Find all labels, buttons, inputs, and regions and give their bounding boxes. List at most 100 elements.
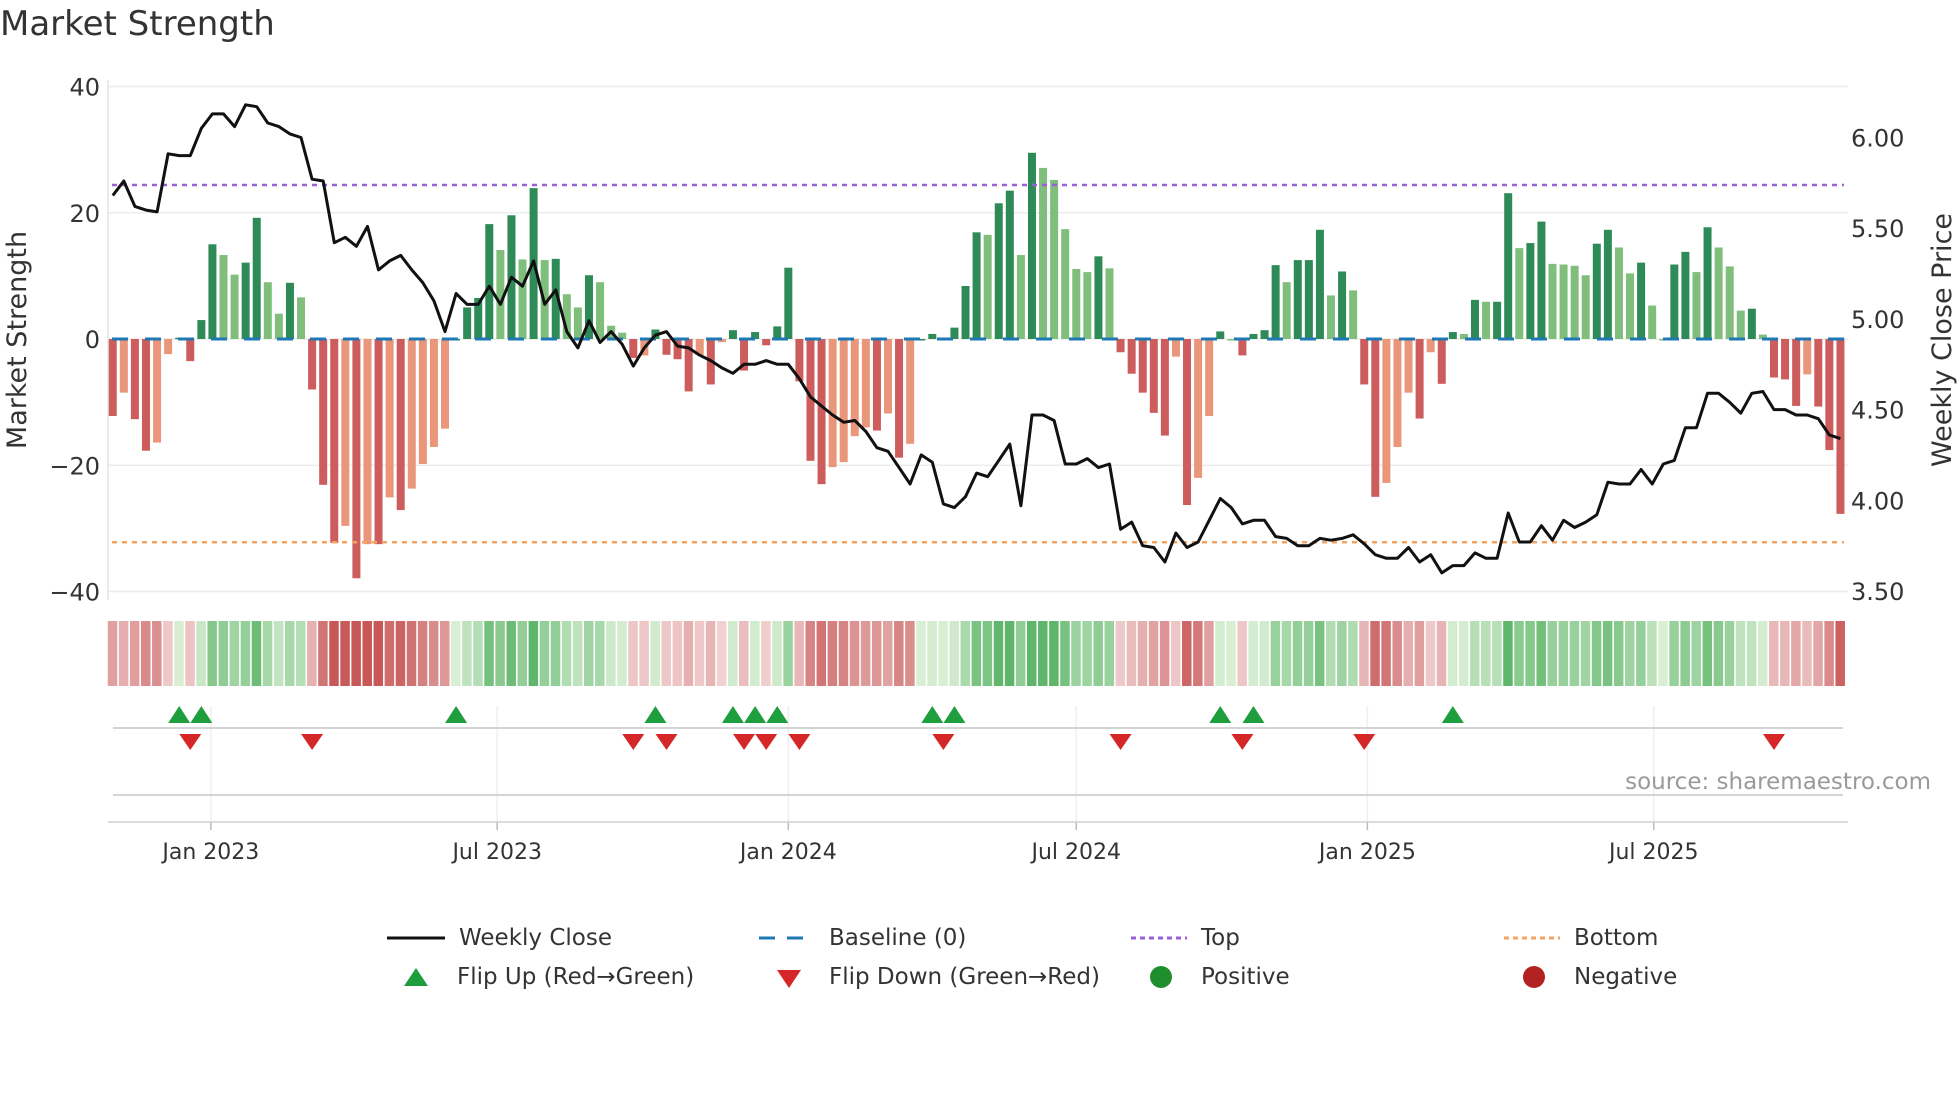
strength-bar <box>1171 339 1180 357</box>
strength-heat-cell <box>1248 621 1258 686</box>
strength-bar <box>1537 221 1546 339</box>
strength-bar <box>363 339 372 545</box>
strength-bar <box>1559 264 1568 339</box>
strength-heat-cell <box>1503 621 1513 686</box>
legend-label: Flip Up (Red→Green) <box>457 964 695 990</box>
strength-heat-cell <box>1038 621 1048 686</box>
strength-bar <box>1526 243 1535 339</box>
strength-heat-cell <box>163 621 173 686</box>
strength-heat-cell <box>406 621 417 686</box>
strength-heat-cell <box>716 621 727 686</box>
strength-heat-cell <box>849 621 860 686</box>
strength-bar <box>1670 264 1679 339</box>
strength-heat-cell <box>273 621 284 686</box>
strength-heat-cell <box>1237 621 1247 686</box>
strength-heat-cell <box>1658 621 1668 686</box>
strength-heat-cell <box>1436 621 1447 686</box>
strength-bar <box>1105 268 1114 339</box>
left-axis-title: Market Strength <box>2 231 33 449</box>
strength-bar <box>1238 339 1247 356</box>
strength-heat-cell <box>960 621 971 686</box>
strength-bar <box>164 339 173 355</box>
strength-heat-cell <box>639 621 649 686</box>
strength-heat-cell <box>1082 621 1092 686</box>
strength-heat-cell <box>1159 621 1170 686</box>
strength-bar <box>1327 295 1335 339</box>
strength-heat-cell <box>118 621 129 686</box>
legend-flip-down: Flip Down (Green→Red) <box>775 964 1100 990</box>
strength-heat-cell <box>251 621 262 686</box>
strength-heat-cell <box>938 621 948 686</box>
strength-heat-cell <box>240 621 251 686</box>
strength-heat-cell <box>218 621 228 686</box>
strength-heat-cell <box>1226 621 1236 686</box>
strength-heat-cell <box>1591 621 1602 686</box>
dotted-line-swatch-icon <box>1131 936 1187 940</box>
strength-bar <box>784 267 793 339</box>
strength-bar <box>928 333 937 339</box>
strength-heat-cell <box>595 621 605 686</box>
strength-bar <box>219 255 228 339</box>
strength-heat-cell <box>1713 621 1724 686</box>
strength-heat-cell <box>1403 621 1414 686</box>
strength-heat-cell <box>1348 621 1358 686</box>
source-label: source: sharemaestro.com <box>1625 769 1931 795</box>
strength-bar <box>153 339 162 443</box>
strength-bar <box>308 339 317 390</box>
strength-heat-cell <box>1469 621 1480 686</box>
strength-heat-cell <box>1569 621 1580 686</box>
flip-down-marker <box>788 734 811 750</box>
strength-heat-cell <box>1182 621 1192 686</box>
strength-bar <box>230 274 239 339</box>
strength-bar <box>1792 339 1801 406</box>
strength-bar <box>1094 256 1103 339</box>
strength-heat-cell <box>1137 621 1148 686</box>
strength-heat-cell <box>761 621 771 686</box>
strength-bar <box>983 234 992 339</box>
flip-up-marker <box>190 706 213 723</box>
strength-heat-cell <box>1525 621 1535 686</box>
strength-heat-cell <box>783 621 793 686</box>
strength-heat-cell <box>739 621 749 686</box>
strength-heat-cell <box>772 621 782 686</box>
right-axis-title: Weekly Close Price <box>1927 213 1958 467</box>
strength-bar <box>1293 260 1302 339</box>
strength-bar <box>1061 229 1070 339</box>
strength-bar <box>1626 273 1635 339</box>
strength-bar <box>330 339 339 543</box>
strength-bar <box>197 320 206 339</box>
strength-bar <box>341 339 350 526</box>
legend-label: Flip Down (Green→Red) <box>829 964 1100 990</box>
left-tick-label: −20 <box>49 452 100 480</box>
left-tick-label: 20 <box>69 200 100 228</box>
strength-heat-cell <box>1547 621 1557 686</box>
flip-up-marker <box>445 706 468 723</box>
strength-bar <box>1271 265 1280 339</box>
legend-label: Top <box>1201 925 1240 951</box>
strength-bar <box>596 282 605 339</box>
x-tick-label: Jul 2024 <box>1030 840 1122 865</box>
strength-bar <box>1470 299 1479 339</box>
strength-heat-cell <box>107 621 118 686</box>
strength-heat-cell <box>129 621 140 686</box>
strength-heat-cell <box>583 621 594 686</box>
flip-down-marker <box>622 734 645 750</box>
right-tick-label: 3.50 <box>1851 578 1904 606</box>
strength-bar <box>1482 301 1491 339</box>
strength-heat-cell <box>440 621 450 686</box>
right-tick-label: 4.00 <box>1851 487 1904 515</box>
flip-up-marker <box>1242 706 1265 723</box>
strength-bar <box>1637 262 1646 339</box>
strength-heat-cell <box>1425 621 1436 686</box>
strength-heat-cell <box>1303 621 1314 686</box>
strength-bar <box>1703 227 1712 339</box>
strength-bar <box>186 339 195 362</box>
right-tick-label: 6.00 <box>1851 125 1904 153</box>
strength-bar <box>1592 243 1601 339</box>
x-tick-label: Jul 2023 <box>450 840 542 865</box>
strength-heat-cell <box>1104 621 1114 686</box>
strength-heat-cell <box>683 621 694 686</box>
strength-heat-cell <box>1215 621 1225 686</box>
strength-heat-cell <box>1015 621 1026 686</box>
strength-heat-cell <box>1292 621 1303 686</box>
